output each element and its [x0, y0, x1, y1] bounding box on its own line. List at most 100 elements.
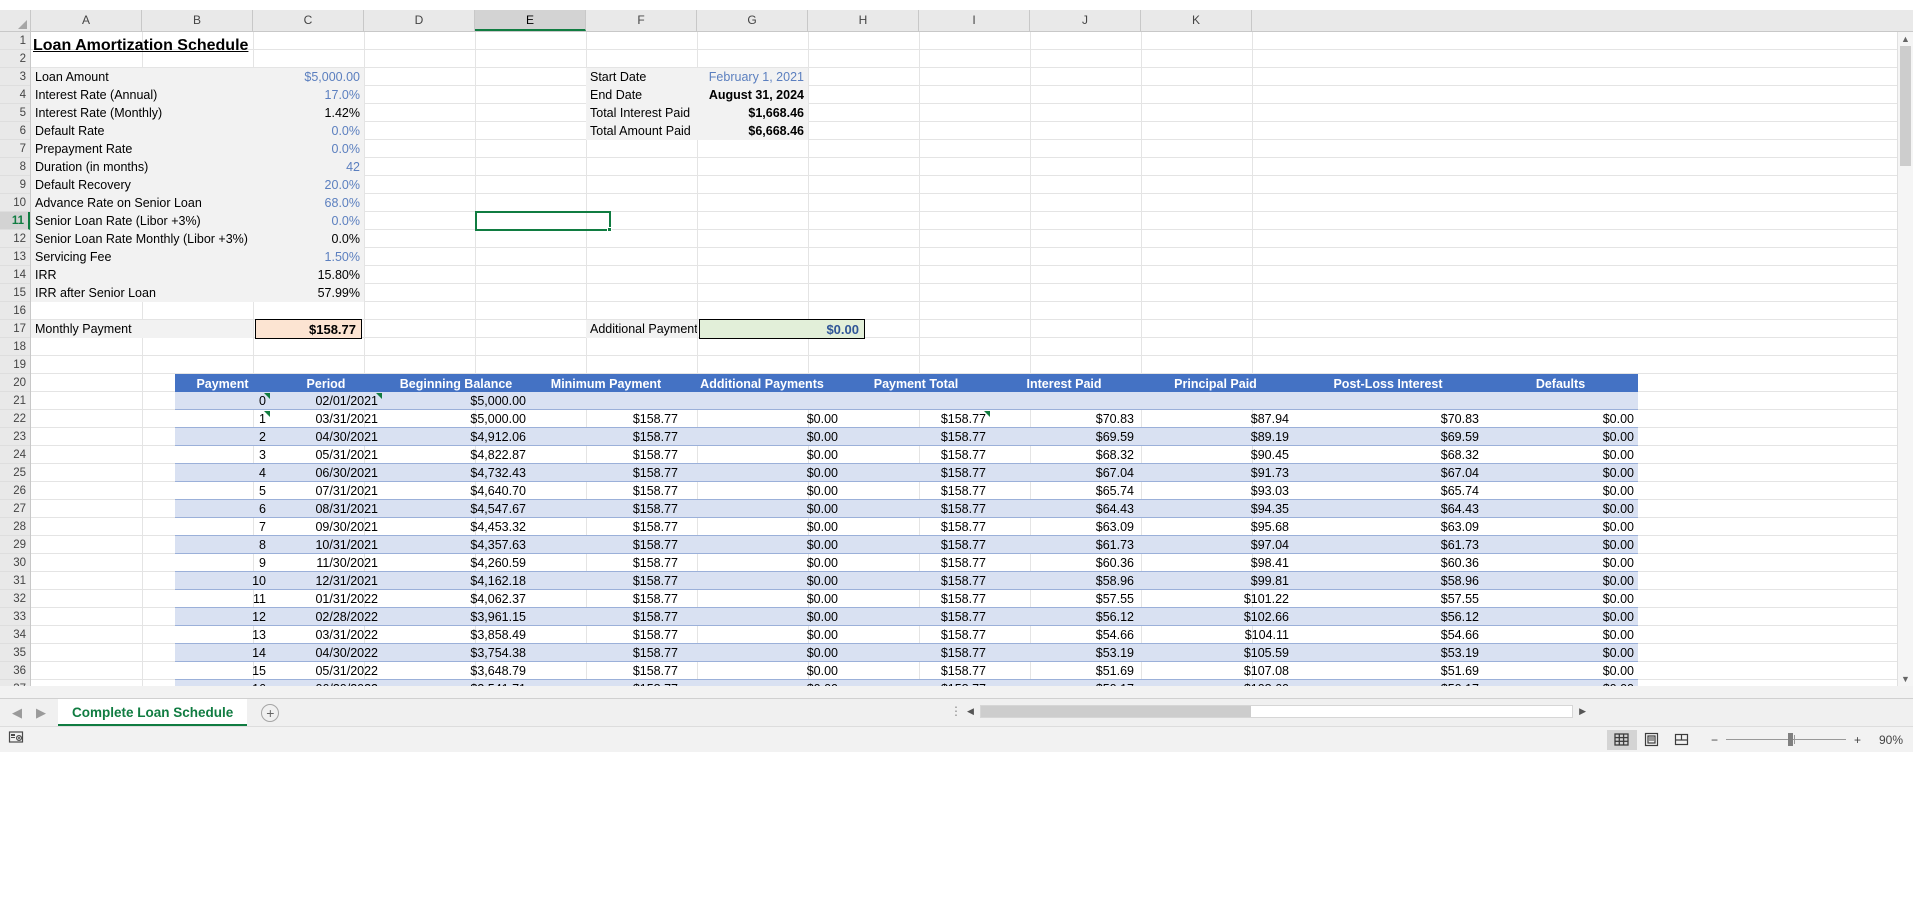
table-cell[interactable]: $158.77 — [842, 662, 990, 680]
table-cell[interactable]: $5,000.00 — [382, 392, 530, 410]
row-header-13[interactable]: 13 — [0, 248, 30, 266]
table-cell[interactable]: $4,357.63 — [382, 536, 530, 554]
table-cell[interactable]: $5,000.00 — [382, 410, 530, 428]
table-cell[interactable]: $102.66 — [1138, 608, 1293, 626]
table-cell[interactable]: $61.73 — [990, 536, 1138, 554]
table-cell[interactable]: $87.94 — [1138, 410, 1293, 428]
table-cell[interactable]: $158.77 — [842, 590, 990, 608]
input-value-advance-rate-on-senior-loan[interactable]: 68.0% — [253, 194, 364, 212]
row-header-8[interactable]: 8 — [0, 158, 30, 176]
table-cell[interactable]: 9 — [175, 554, 270, 572]
table-cell[interactable]: $0.00 — [1483, 662, 1638, 680]
summary-value-total-amount-paid[interactable]: $6,668.46 — [697, 122, 808, 140]
vertical-scroll-thumb[interactable] — [1900, 46, 1911, 166]
row-header-11[interactable]: 11 — [0, 212, 30, 230]
table-cell[interactable]: 11/30/2021 — [270, 554, 382, 572]
input-value-senior-loan-rate-monthly-libor-3[interactable]: 0.0% — [253, 230, 364, 248]
table-cell[interactable]: $158.77 — [530, 644, 682, 662]
normal-view-button[interactable] — [1606, 729, 1637, 750]
table-cell[interactable]: $0.00 — [1483, 608, 1638, 626]
select-all-corner[interactable] — [0, 10, 31, 31]
row-header-10[interactable]: 10 — [0, 194, 30, 212]
table-cell[interactable]: 7 — [175, 518, 270, 536]
table-cell[interactable]: $158.77 — [842, 536, 990, 554]
table-cell[interactable]: $158.77 — [842, 518, 990, 536]
table-cell[interactable]: 03/31/2021 — [270, 410, 382, 428]
table-cell[interactable]: $90.45 — [1138, 446, 1293, 464]
table-cell[interactable]: $0.00 — [682, 554, 842, 572]
table-cell[interactable]: $4,453.32 — [382, 518, 530, 536]
table-cell[interactable]: $99.81 — [1138, 572, 1293, 590]
sheet-tab-complete-loan-schedule[interactable]: Complete Loan Schedule — [58, 699, 248, 726]
row-header-3[interactable]: 3 — [0, 68, 30, 86]
table-cell[interactable]: $158.77 — [842, 500, 990, 518]
table-cell[interactable]: $158.77 — [530, 536, 682, 554]
table-cell[interactable]: 05/31/2021 — [270, 446, 382, 464]
table-cell[interactable]: $158.77 — [842, 482, 990, 500]
column-header-a[interactable]: A — [31, 10, 142, 31]
table-cell[interactable]: $4,912.06 — [382, 428, 530, 446]
input-value-senior-loan-rate-libor-3[interactable]: 0.0% — [253, 212, 364, 230]
table-cell[interactable]: $107.08 — [1138, 662, 1293, 680]
table-cell[interactable]: $4,260.59 — [382, 554, 530, 572]
row-header-23[interactable]: 23 — [0, 428, 30, 446]
table-cell[interactable]: $158.77 — [530, 572, 682, 590]
row-header-17[interactable]: 17 — [0, 320, 30, 338]
table-cell[interactable]: $158.77 — [530, 500, 682, 518]
table-cell[interactable]: $4,547.67 — [382, 500, 530, 518]
zoom-slider-thumb[interactable] — [1787, 733, 1793, 746]
row-header-30[interactable]: 30 — [0, 554, 30, 572]
row-header-20[interactable]: 20 — [0, 374, 30, 392]
row-header-18[interactable]: 18 — [0, 338, 30, 356]
row-header-21[interactable]: 21 — [0, 392, 30, 410]
row-header-26[interactable]: 26 — [0, 482, 30, 500]
table-cell[interactable]: $158.77 — [530, 428, 682, 446]
page-layout-view-button[interactable] — [1637, 730, 1667, 750]
table-cell[interactable]: $158.77 — [842, 428, 990, 446]
table-cell[interactable]: $158.77 — [530, 626, 682, 644]
additional-payments-value-cell[interactable]: $0.00 — [699, 319, 865, 339]
active-cell-selection[interactable] — [475, 211, 612, 232]
monthly-payment-value-cell[interactable]: $158.77 — [255, 319, 362, 339]
row-header-28[interactable]: 28 — [0, 518, 30, 536]
table-cell[interactable]: $158.77 — [530, 482, 682, 500]
table-cell[interactable]: 3 — [175, 446, 270, 464]
table-cell[interactable]: $65.74 — [990, 482, 1138, 500]
table-cell[interactable]: $0.00 — [1483, 554, 1638, 572]
table-cell[interactable]: $0.00 — [682, 428, 842, 446]
table-cell[interactable]: $158.77 — [842, 446, 990, 464]
column-header-b[interactable]: B — [142, 10, 253, 31]
input-value-duration-in-months[interactable]: 42 — [253, 158, 364, 176]
split-handle-icon[interactable]: ⋮ — [950, 704, 963, 718]
sheet-next-icon[interactable]: ▶ — [36, 705, 46, 721]
table-cell[interactable]: 01/31/2022 — [270, 590, 382, 608]
table-cell[interactable]: $158.77 — [530, 590, 682, 608]
macro-record-icon[interactable] — [8, 729, 24, 750]
column-header-e[interactable]: E — [475, 10, 586, 31]
table-cell[interactable]: $158.77 — [530, 608, 682, 626]
table-cell[interactable]: $54.66 — [1293, 626, 1483, 644]
table-cell[interactable]: $4,162.18 — [382, 572, 530, 590]
table-cell[interactable]: $56.12 — [1293, 608, 1483, 626]
table-cell[interactable]: $101.22 — [1138, 590, 1293, 608]
table-cell[interactable]: $91.73 — [1138, 464, 1293, 482]
horizontal-scroll-thumb[interactable] — [980, 705, 1251, 717]
row-header-33[interactable]: 33 — [0, 608, 30, 626]
scroll-up-icon[interactable]: ▲ — [1901, 34, 1910, 44]
table-cell[interactable]: $0.00 — [682, 644, 842, 662]
table-cell[interactable]: $70.83 — [1293, 410, 1483, 428]
table-cell[interactable]: $158.77 — [530, 554, 682, 572]
table-cell[interactable]: $70.83 — [990, 410, 1138, 428]
table-cell[interactable]: $104.11 — [1138, 626, 1293, 644]
table-cell[interactable]: $0.00 — [1483, 572, 1638, 590]
summary-value-total-interest-paid[interactable]: $1,668.46 — [697, 104, 808, 122]
table-cell[interactable]: 02/28/2022 — [270, 608, 382, 626]
row-header-6[interactable]: 6 — [0, 122, 30, 140]
table-cell[interactable]: $0.00 — [1483, 536, 1638, 554]
input-value-prepayment-rate[interactable]: 0.0% — [253, 140, 364, 158]
table-cell[interactable]: $0.00 — [682, 464, 842, 482]
row-header-22[interactable]: 22 — [0, 410, 30, 428]
table-cell[interactable]: $0.00 — [682, 410, 842, 428]
table-cell[interactable]: $0.00 — [682, 518, 842, 536]
table-cell[interactable]: 10/31/2021 — [270, 536, 382, 554]
